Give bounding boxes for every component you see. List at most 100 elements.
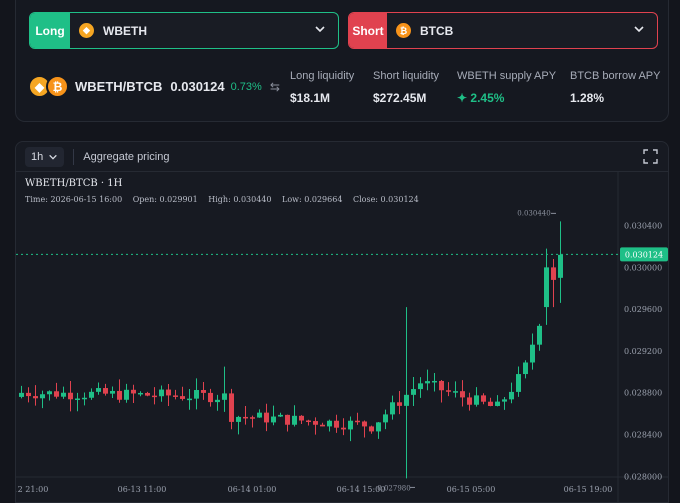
candle-body bbox=[460, 391, 465, 398]
candlestick-chart[interactable]: 0.030400 0.030000 0.029600 0.029200 0.028800… bbox=[16, 172, 669, 503]
candle-body bbox=[299, 415, 304, 421]
candle-body bbox=[222, 393, 227, 400]
legend-close: Close: 0.030124 bbox=[352, 195, 419, 204]
candle-body bbox=[264, 412, 269, 423]
candle-body bbox=[439, 380, 444, 391]
price-tick-label: 0.028400 bbox=[624, 431, 662, 440]
time-tick-label: 06-15 19:00 bbox=[564, 485, 613, 494]
swap-icon[interactable]: ⇆ bbox=[270, 80, 280, 94]
long-asset-selector[interactable]: Long ◆ WBETH bbox=[29, 12, 339, 49]
legend-high: High: 0.030440 bbox=[208, 195, 272, 204]
candle-body bbox=[33, 396, 38, 399]
candle-body bbox=[376, 422, 381, 432]
low-marker-label: 0.027980 bbox=[377, 484, 410, 492]
candle-body bbox=[327, 420, 332, 427]
candle-body bbox=[82, 397, 87, 400]
chevron-down-icon bbox=[49, 154, 58, 160]
candle-body bbox=[124, 389, 129, 400]
legend-open: Open: 0.029901 bbox=[132, 195, 198, 204]
candle-body bbox=[544, 267, 549, 308]
high-marker-label: 0.030440 bbox=[517, 209, 550, 217]
time-tick-label: 06-13 11:00 bbox=[118, 485, 167, 494]
aggregate-pricing-toggle[interactable]: Aggregate pricing bbox=[83, 151, 169, 163]
candle-body bbox=[187, 398, 192, 401]
candle-body bbox=[488, 401, 493, 406]
wbeth-coin-icon: ◆ bbox=[79, 23, 94, 38]
candle-body bbox=[516, 374, 521, 392]
pair-change: 0.73% bbox=[230, 80, 262, 93]
chart-legend-title: WBETH/BTCB · 1H bbox=[25, 178, 123, 189]
chevron-down-icon bbox=[634, 26, 644, 33]
candle-body bbox=[117, 390, 122, 400]
candle-body bbox=[404, 394, 409, 406]
candle-body bbox=[495, 401, 500, 406]
candle-body bbox=[292, 415, 297, 425]
candle-body bbox=[467, 397, 472, 405]
candle-body bbox=[341, 427, 346, 430]
chart-toolbar: 1h Aggregate pricing bbox=[16, 142, 668, 172]
candle-body bbox=[243, 416, 248, 419]
candle-body bbox=[348, 420, 353, 430]
candle-body bbox=[68, 392, 73, 400]
candle-body bbox=[446, 390, 451, 392]
stat-value: $272.45M bbox=[373, 91, 427, 105]
legend-low: Low: 0.029664 bbox=[282, 195, 343, 204]
toolbar-divider bbox=[73, 148, 75, 165]
candle-body bbox=[432, 380, 437, 383]
candle-body bbox=[320, 424, 325, 427]
candle-body bbox=[61, 392, 66, 397]
candle-body bbox=[173, 395, 178, 397]
candle-body bbox=[530, 344, 535, 363]
stat-value: $18.1M bbox=[290, 91, 331, 105]
candle-body bbox=[131, 389, 136, 394]
price-tick-label: 0.029600 bbox=[624, 305, 662, 314]
fullscreen-icon[interactable] bbox=[643, 149, 658, 164]
candle-body bbox=[271, 416, 276, 423]
long-asset-symbol: WBETH bbox=[103, 23, 147, 38]
candle-body bbox=[19, 392, 24, 397]
stat-value: 1.28% bbox=[570, 91, 605, 105]
candle-body bbox=[215, 399, 220, 403]
price-tick-label: 0.029200 bbox=[624, 347, 662, 356]
chart-legend-ohlc: Time: 2026-06-15 16:00 Open: 0.029901 Hi… bbox=[25, 195, 427, 204]
candle-body bbox=[145, 392, 150, 396]
candle-body bbox=[481, 395, 486, 402]
candle-body bbox=[110, 390, 115, 394]
time-tick-label: 06-12 21:00 bbox=[16, 485, 48, 494]
candle-body bbox=[75, 398, 80, 401]
candle-body bbox=[201, 390, 206, 393]
candle-body bbox=[306, 420, 311, 423]
candle-body bbox=[523, 362, 528, 375]
candle-body bbox=[390, 402, 395, 415]
short-asset-selector[interactable]: Short ₿ BTCB bbox=[348, 12, 658, 49]
candle-body bbox=[502, 399, 507, 402]
candle-body bbox=[425, 381, 430, 384]
market-header-panel: Long ◆ WBETH Short ₿ BTCB ◆ ₿ WBETH/BTCB… bbox=[15, 0, 669, 122]
candle-body bbox=[54, 391, 59, 397]
candle-body bbox=[334, 420, 339, 428]
candle-body bbox=[159, 389, 164, 397]
short-tag: Short bbox=[349, 13, 387, 48]
pair-price: 0.030124 bbox=[170, 79, 225, 94]
timeframe-selector[interactable]: 1h bbox=[25, 146, 65, 167]
candle-body bbox=[257, 412, 262, 418]
candle-body bbox=[208, 392, 213, 403]
candle-body bbox=[96, 388, 101, 392]
candle-body bbox=[89, 391, 94, 398]
candle-body bbox=[166, 389, 171, 396]
pair-summary: ◆ ₿ WBETH/BTCB 0.030124 0.73% ⇆ bbox=[28, 75, 280, 98]
stat-label: Long liquidity bbox=[290, 70, 355, 82]
time-tick-label: 06-15 05:00 bbox=[447, 485, 496, 494]
time-tick-label: 06-14 01:00 bbox=[228, 485, 277, 494]
candle-body bbox=[278, 414, 283, 417]
candle-body bbox=[152, 395, 157, 398]
candle-body bbox=[26, 392, 31, 397]
candle-body bbox=[355, 420, 360, 423]
price-tick-label: 0.030000 bbox=[624, 263, 662, 272]
btcb-coin-icon: ₿ bbox=[46, 75, 69, 98]
stat-label: WBETH supply APY bbox=[457, 70, 557, 82]
candle-body bbox=[229, 393, 234, 422]
candle-body bbox=[313, 421, 318, 425]
candle-body bbox=[103, 388, 108, 394]
pair-name: WBETH/BTCB bbox=[75, 79, 163, 94]
